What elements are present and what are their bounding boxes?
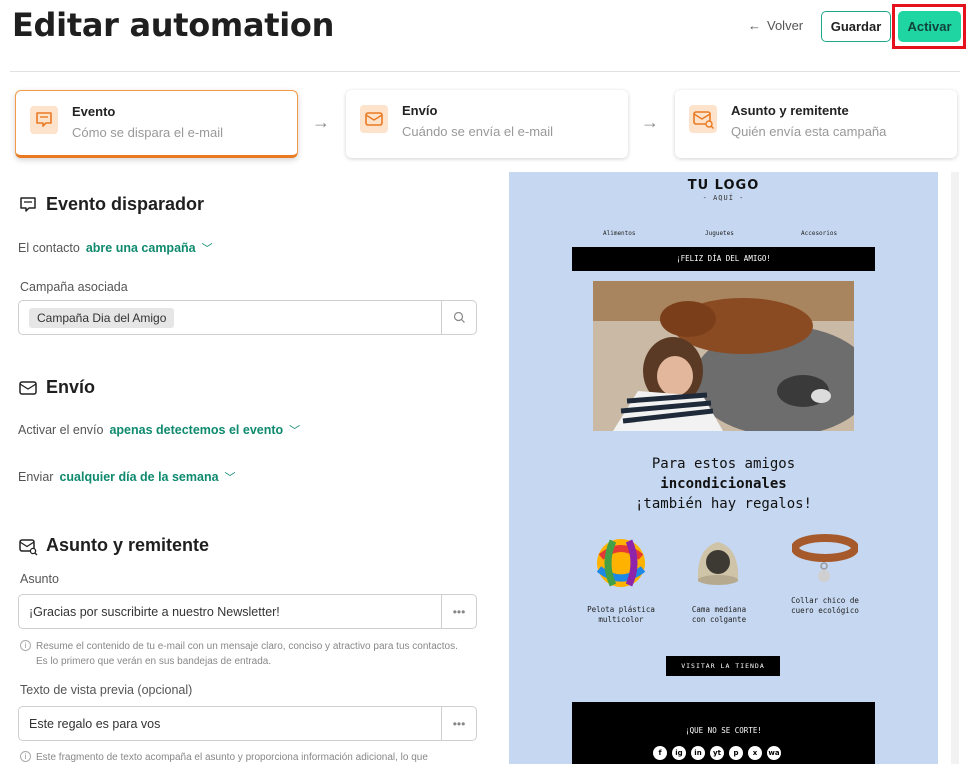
x-icon[interactable]: x bbox=[748, 746, 762, 760]
info-icon: i bbox=[20, 640, 31, 651]
step-envio[interactable]: Envío Cuándo se envía el e-mail bbox=[346, 90, 628, 158]
preview-text-hint: i Este fragmento de texto acompaña el as… bbox=[20, 750, 460, 764]
send-day-dropdown[interactable]: cualquier día de la semana bbox=[59, 470, 218, 484]
email-logo: TU LOGO bbox=[687, 178, 760, 193]
chevron-down-icon: ﹀ bbox=[224, 472, 236, 484]
activate-send-dropdown[interactable]: apenas detectemos el evento bbox=[109, 423, 283, 437]
preview-scrollbar[interactable] bbox=[951, 172, 959, 764]
save-button[interactable]: Guardar bbox=[821, 11, 891, 42]
social-icons: f ig in yt p x wa bbox=[653, 746, 781, 760]
email-headline-1: Para estos amigos bbox=[651, 456, 796, 472]
campaign-label: Campaña asociada bbox=[20, 280, 128, 294]
more-options-icon[interactable]: ••• bbox=[441, 707, 476, 740]
chat-bubble-icon bbox=[30, 106, 58, 134]
whatsapp-icon[interactable]: wa bbox=[767, 746, 781, 760]
product-name: Pelota plástica multicolor bbox=[587, 605, 655, 624]
contact-action-dropdown[interactable]: abre una campaña bbox=[86, 241, 196, 255]
activate-button[interactable]: Activar bbox=[898, 11, 961, 42]
step-title: Evento bbox=[72, 104, 116, 119]
subject-label: Asunto bbox=[20, 572, 59, 586]
preview-text-input[interactable]: Este regalo es para vos bbox=[29, 717, 476, 731]
step-subtitle: Cuándo se envía el e-mail bbox=[402, 124, 554, 139]
product-name: Collar chico de cuero ecológico bbox=[791, 596, 859, 615]
pinterest-icon[interactable]: p bbox=[729, 746, 743, 760]
chevron-down-icon: ﹀ bbox=[201, 243, 213, 255]
preview-text-field[interactable]: Este regalo es para vos ••• bbox=[18, 706, 477, 741]
page-title: Editar automation bbox=[12, 6, 335, 44]
form-panel: Evento disparador El contacto abre una c… bbox=[0, 170, 490, 764]
arrow-right-icon: → bbox=[641, 112, 659, 132]
contact-trigger-row: El contacto abre una campaña ﹀ bbox=[18, 241, 213, 255]
product-ball-image bbox=[596, 539, 646, 587]
chevron-down-icon: ﹀ bbox=[289, 425, 301, 437]
youtube-icon[interactable]: yt bbox=[710, 746, 724, 760]
arrow-left-icon: ← bbox=[748, 18, 761, 33]
section-evento-title: Evento disparador bbox=[18, 194, 204, 215]
email-logo-sub: - AQUÍ - bbox=[702, 194, 745, 202]
facebook-icon[interactable]: f bbox=[653, 746, 667, 760]
step-title: Envío bbox=[402, 103, 438, 118]
arrow-right-icon: → bbox=[312, 112, 330, 132]
email-nav-item: Juguetes bbox=[705, 230, 734, 237]
section-asunto-title: Asunto y remitente bbox=[18, 535, 209, 556]
email-nav-item: Alimentos bbox=[603, 230, 636, 237]
email-nav-item: Accesorios bbox=[801, 230, 838, 237]
campaign-chip[interactable]: Campaña Dia del Amigo bbox=[29, 307, 175, 328]
chat-bubble-icon bbox=[20, 196, 36, 212]
activate-send-row: Activar el envío apenas detectemos el ev… bbox=[18, 423, 301, 437]
visit-store-button[interactable]: VISITAR LA TIENDA bbox=[666, 656, 780, 676]
step-subtitle: Cómo se dispara el e-mail bbox=[72, 125, 224, 140]
email-hero-image bbox=[593, 281, 854, 431]
info-icon: i bbox=[20, 751, 31, 762]
email-footer-title: ¡QUE NO SE CORTE! bbox=[685, 726, 762, 735]
subject-input[interactable]: ¡Gracias por suscribirte a nuestro Newsl… bbox=[29, 605, 476, 619]
back-button[interactable]: ← Volver bbox=[748, 18, 803, 33]
product-collar-image bbox=[792, 534, 858, 582]
campaign-field[interactable]: Campaña Dia del Amigo bbox=[18, 300, 477, 335]
subject-field[interactable]: ¡Gracias por suscribirte a nuestro Newsl… bbox=[18, 594, 477, 629]
preview-text-label: Texto de vista previa (opcional) bbox=[20, 683, 193, 697]
envelope-send-icon bbox=[360, 105, 388, 133]
back-label: Volver bbox=[767, 18, 804, 33]
envelope-search-icon bbox=[689, 105, 717, 133]
section-envio-title: Envío bbox=[18, 377, 95, 398]
step-asunto[interactable]: Asunto y remitente Quién envía esta camp… bbox=[675, 90, 957, 158]
step-title: Asunto y remitente bbox=[731, 103, 849, 118]
step-evento[interactable]: Evento Cómo se dispara el e-mail bbox=[15, 90, 298, 158]
email-headline-2: incondicionales bbox=[660, 476, 787, 492]
subject-hint: i Resume el contenido de tu e-mail con u… bbox=[20, 639, 460, 669]
step-subtitle: Quién envía esta campaña bbox=[731, 124, 887, 139]
more-options-icon[interactable]: ••• bbox=[441, 595, 476, 628]
send-day-row: Enviar cualquier día de la semana ﹀ bbox=[18, 470, 236, 484]
header-divider bbox=[10, 71, 960, 72]
email-banner: ¡FELIZ DÍA DEL AMIGO! bbox=[572, 247, 875, 271]
email-headline-3: ¡también hay regalos! bbox=[634, 496, 812, 512]
product-name: Cama mediana con colgante bbox=[691, 605, 747, 624]
email-preview: TU LOGO - AQUÍ - Alimentos Juguetes Acce… bbox=[509, 172, 938, 764]
envelope-search-icon bbox=[19, 538, 38, 555]
envelope-send-icon bbox=[19, 380, 37, 395]
instagram-icon[interactable]: ig bbox=[672, 746, 686, 760]
product-bed-image bbox=[697, 542, 739, 585]
linkedin-icon[interactable]: in bbox=[691, 746, 705, 760]
search-icon[interactable] bbox=[441, 301, 476, 334]
